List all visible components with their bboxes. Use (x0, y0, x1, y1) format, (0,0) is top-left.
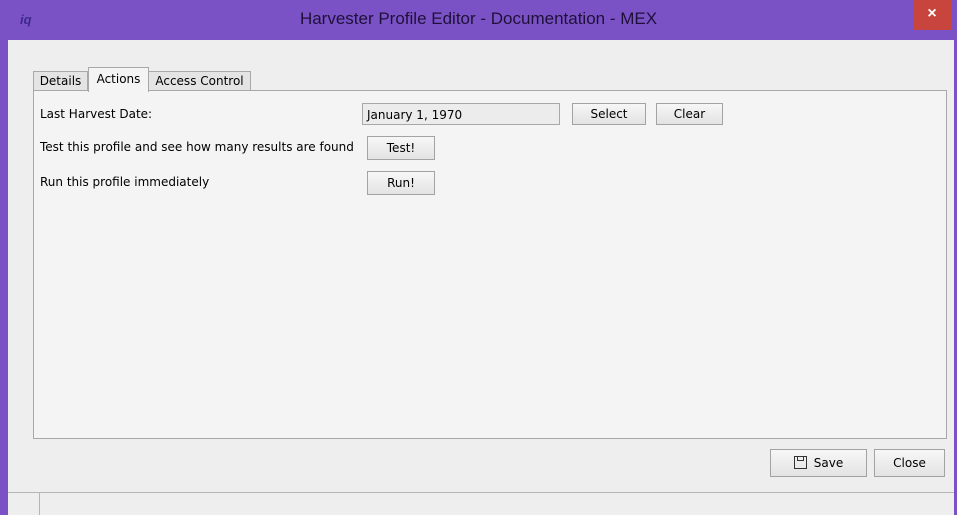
window-close-button[interactable]: × (913, 0, 951, 30)
save-label: Save (813, 456, 844, 470)
run-profile-text: Run this profile immediately (40, 175, 210, 189)
actions-panel: Last Harvest Date: January 1, 1970 Selec… (33, 90, 947, 439)
close-icon: × (927, 5, 937, 22)
floppy-disk-icon (793, 456, 807, 469)
clear-date-button[interactable]: Clear (656, 103, 723, 125)
status-divider (39, 493, 40, 515)
status-bar (8, 492, 954, 515)
tab-actions[interactable]: Actions (88, 67, 149, 92)
dialog-body: Details Actions Access Control Last Harv… (8, 40, 954, 515)
last-harvest-date-field[interactable]: January 1, 1970 (362, 103, 560, 125)
harvester-profile-editor-window: iq Harvester Profile Editor - Documentat… (0, 0, 957, 515)
test-button[interactable]: Test! (367, 136, 435, 160)
save-button[interactable]: Save (770, 449, 867, 477)
test-profile-text: Test this profile and see how many resul… (40, 140, 354, 154)
title-bar[interactable]: iq Harvester Profile Editor - Documentat… (0, 0, 957, 40)
tab-details[interactable]: Details (33, 71, 88, 91)
run-button[interactable]: Run! (367, 171, 435, 195)
tab-access-control[interactable]: Access Control (148, 71, 251, 91)
last-harvest-label: Last Harvest Date: (40, 107, 153, 121)
close-button[interactable]: Close (874, 449, 945, 477)
select-date-button[interactable]: Select (572, 103, 646, 125)
window-title: Harvester Profile Editor - Documentation… (299, 9, 658, 28)
